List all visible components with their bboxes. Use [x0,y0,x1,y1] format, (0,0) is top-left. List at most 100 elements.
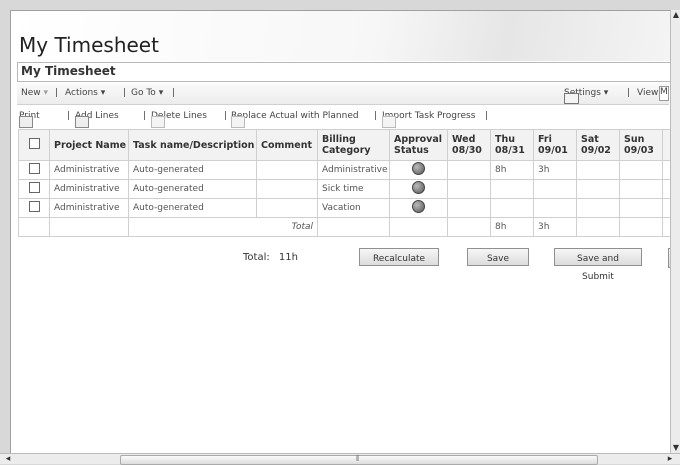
delete-lines-icon [151,116,165,128]
billing-cell[interactable]: Administrative [317,160,390,180]
separator: | [55,88,59,98]
table-row[interactable]: Administrative Auto-generated Vacation [18,198,670,218]
col-wed[interactable]: Wed 08/30 [447,129,491,161]
select-all-checkbox[interactable] [28,138,40,149]
thu-cell[interactable] [490,198,534,218]
wed-header-date: 08/30 [452,145,482,156]
total-fri-cell: 3h [533,217,577,237]
sat-cell[interactable] [576,198,620,218]
comment-cell[interactable] [256,198,318,218]
actions-menu-label: Actions [65,88,98,98]
header-row: Project Name Task name/Description Comme… [18,129,670,161]
col-project-name[interactable]: Project Name [49,129,129,161]
sun-cell[interactable] [619,179,663,199]
actions-menu[interactable]: Actions ▾ [65,88,105,98]
total-wed-cell [447,217,491,237]
scroll-up-arrow-icon[interactable]: ▲ [671,10,680,20]
comment-cell[interactable] [256,179,318,199]
horizontal-scrollbar[interactable]: ◂ ⦀ ▸ [0,453,680,465]
row-select-cell [18,179,50,199]
col-thu[interactable]: Thu 08/31 [490,129,534,161]
col-comment[interactable]: Comment [256,129,318,161]
replace-actual-button[interactable]: Replace Actual with Planned [231,111,359,128]
import-icon [382,116,396,128]
table-row[interactable]: Administrative Auto-generated Sick time [18,179,670,199]
sat-header-day: Sat [581,134,599,145]
project-cell[interactable]: Administrative [49,160,129,180]
new-menu-label: New [21,88,41,98]
fri-header-date: 09/01 [538,145,568,156]
fri-cell[interactable] [533,179,577,199]
col-task-name[interactable]: Task name/Description [128,129,257,161]
status-dot-icon [412,162,425,175]
import-label: Import Task Progress [382,111,476,121]
thu-cell[interactable] [490,179,534,199]
vertical-scrollbar[interactable]: ▲ ▼ [670,10,680,453]
fri-cell[interactable]: 3h [533,160,577,180]
col-billing-category[interactable]: Billing Category [317,129,390,161]
project-cell[interactable]: Administrative [49,179,129,199]
fri-cell[interactable] [533,198,577,218]
save-and-submit-button[interactable]: Save and Submit [554,248,642,282]
horizontal-scroll-thumb[interactable]: ⦀ [120,454,598,465]
print-button[interactable]: Print [19,111,40,128]
wed-cell[interactable] [447,179,491,199]
total-empty-cell [49,217,129,237]
row-select-cell [18,160,50,180]
view-label: View: [637,88,661,98]
col-approval-status[interactable]: Approval Status [389,129,448,161]
thu-header-day: Thu [495,134,516,145]
sun-cell[interactable] [619,198,663,218]
task-cell[interactable]: Auto-generated [128,198,257,218]
task-cell[interactable]: Auto-generated [128,179,257,199]
wed-cell[interactable] [447,160,491,180]
select-all-cell [18,129,50,161]
col-sun[interactable]: Sun 09/03 [619,129,663,161]
total-sat-cell [576,217,620,237]
scroll-down-arrow-icon[interactable]: ▼ [671,443,680,453]
thu-cell[interactable]: 8h [490,160,534,180]
printer-icon [19,116,33,128]
sat-cell[interactable] [576,160,620,180]
col-sat[interactable]: Sat 09/02 [576,129,620,161]
goto-menu[interactable]: Go To ▾ [131,88,163,98]
settings-menu[interactable]: Settings ▾ [564,88,608,104]
row-checkbox[interactable] [28,182,40,193]
import-task-progress-button[interactable]: Import Task Progress [382,111,476,128]
goto-menu-label: Go To [131,88,156,98]
recalculate-button[interactable]: Recalculate [359,248,439,266]
sat-cell[interactable] [576,179,620,199]
total-empty-cell [389,217,448,237]
separator: | [374,111,378,121]
task-cell[interactable]: Auto-generated [128,160,257,180]
row-checkbox[interactable] [28,201,40,212]
total-sun-cell [619,217,663,237]
delete-lines-button[interactable]: Delete Lines [151,111,207,128]
billing-header-line1: Billing [322,134,356,145]
sun-cell[interactable] [619,160,663,180]
wed-header-day: Wed [452,134,476,145]
total-row-label: Total [128,217,318,237]
add-lines-button[interactable]: Add Lines [75,111,119,128]
col-fri[interactable]: Fri 09/01 [533,129,577,161]
billing-cell[interactable]: Vacation [317,198,390,218]
menu-bar: New ▾ | Actions ▾ | Go To ▾ | Settings ▾… [17,83,669,105]
view-select[interactable]: M [659,86,669,101]
total-empty-cell [18,217,50,237]
settings-icon [564,93,579,104]
grand-total-value: 11h [278,252,298,263]
billing-cell[interactable]: Sick time [317,179,390,199]
view-select-value: M [660,87,668,97]
new-menu[interactable]: New ▾ [21,88,48,98]
separator: | [172,88,176,98]
table-row[interactable]: Administrative Auto-generated Administra… [18,160,670,180]
page-title: My Timesheet [19,33,159,57]
billing-header-line2: Category [322,145,371,156]
save-button[interactable]: Save [467,248,529,266]
comment-cell[interactable] [256,160,318,180]
project-cell[interactable]: Administrative [49,198,129,218]
status-dot-icon [412,200,425,213]
row-checkbox[interactable] [28,163,40,174]
wed-cell[interactable] [447,198,491,218]
separator: | [123,88,127,98]
